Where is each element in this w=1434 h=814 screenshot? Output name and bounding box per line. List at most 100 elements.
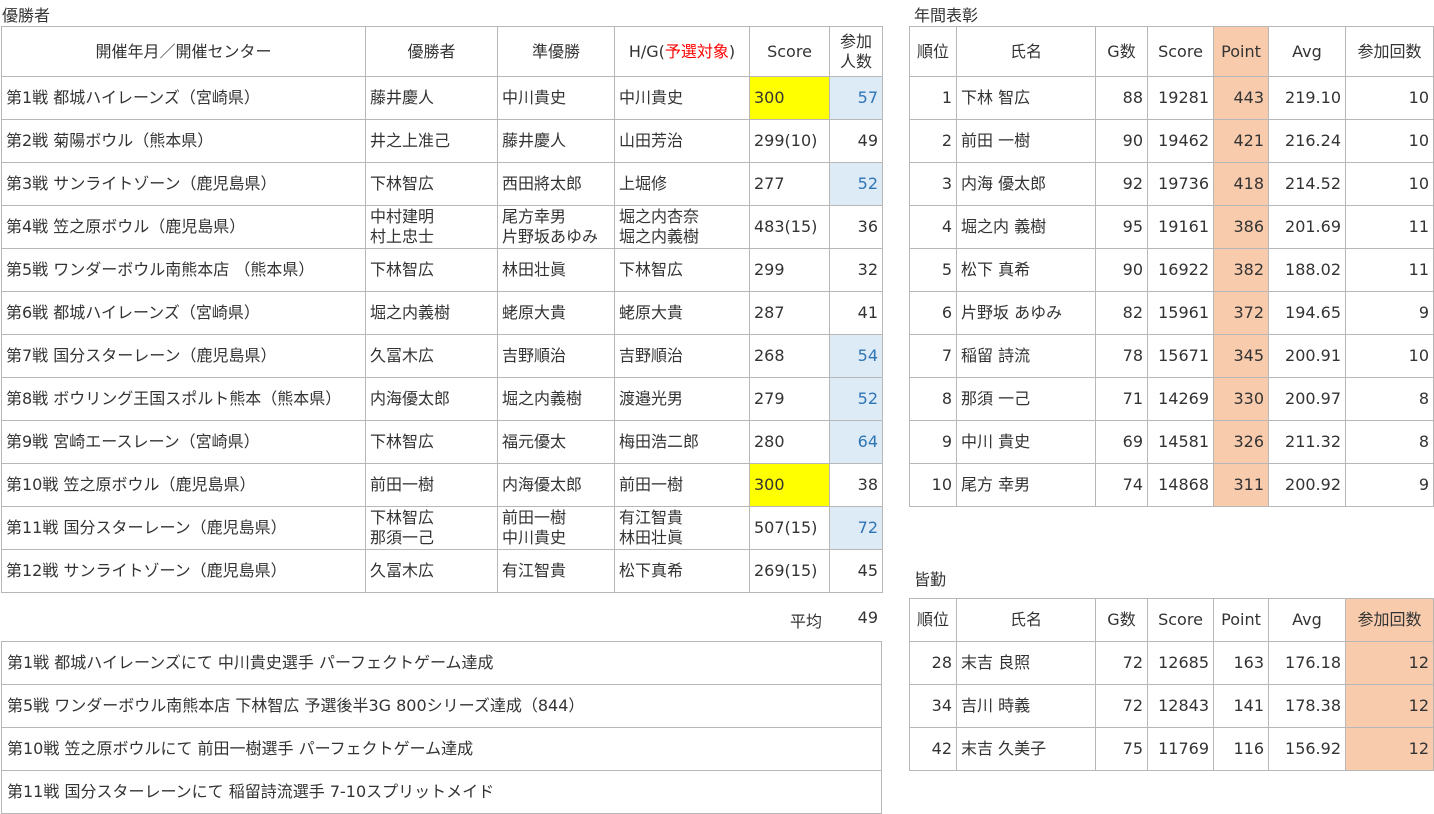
hg-cell: 蛯原大貴	[614, 291, 750, 335]
hg-cell-line: 前田一樹	[619, 475, 684, 494]
attendance-header-point: Point	[1213, 598, 1269, 642]
avg-cell: 176.18	[1268, 641, 1346, 685]
table-row: 第4戦 笠之原ボウル（鹿児島県） 中村建明 村上忠士 尾方幸男 片野坂あゆみ 堀之内杏奈堀…	[1, 205, 883, 249]
runner-up-cell: 西田將太郎	[497, 162, 615, 206]
avg-cell: 211.32	[1268, 420, 1346, 464]
runner-up-cell: 内海優太郎	[497, 463, 615, 507]
annual-title: 年間表彰	[914, 6, 979, 25]
name-cell: 片野坂 あゆみ	[956, 291, 1096, 335]
winner-cell: 下林智広	[365, 248, 498, 292]
winner-cell-line: 村上忠士	[370, 227, 435, 246]
games-cell: 90	[1095, 119, 1148, 163]
note-row: 第5戦 ワンダーボウル南熊本店 下林智広 予選後半3G 800シリーズ達成（84…	[1, 684, 882, 728]
header-hg-prefix: H/G(	[628, 41, 665, 61]
rank-cell: 1	[909, 76, 957, 120]
score-cell: 300	[749, 76, 830, 120]
event-cell: 第8戦 ボウリング王国スポルト熊本（熊本県）	[1, 377, 366, 421]
score-cell: 11769	[1147, 727, 1214, 771]
attendance-header-games: G数	[1095, 598, 1148, 642]
score-cell: 14269	[1147, 377, 1214, 421]
hg-cell-line: 下林智広	[619, 260, 684, 279]
point-cell: 326	[1213, 420, 1269, 464]
event-cell: 第2戦 菊陽ボウル（熊本県）	[1, 119, 366, 163]
table-row: 第10戦 笠之原ボウル（鹿児島県） 前田一樹 内海優太郎 前田一樹 300 38	[1, 463, 883, 507]
games-cell: 95	[1095, 205, 1148, 249]
name-cell: 吉川 時義	[956, 684, 1096, 728]
score-cell: 269(15)	[749, 549, 830, 593]
rank-cell: 4	[909, 205, 957, 249]
avg-cell: 194.65	[1268, 291, 1346, 335]
annual-header-count: 参加回数	[1345, 26, 1434, 77]
event-cell: 第1戦 都城ハイレーンズ（宮崎県）	[1, 76, 366, 120]
hg-cell-line: 中川貴史	[619, 88, 684, 107]
point-cell: 421	[1213, 119, 1269, 163]
event-cell: 第9戦 宮崎エースレーン（宮崎県）	[1, 420, 366, 464]
hg-cell: 吉野順治	[614, 334, 750, 378]
avg-cell: 188.02	[1268, 248, 1346, 292]
hg-cell-line: 吉野順治	[619, 346, 684, 365]
name-cell: 末吉 良照	[956, 641, 1096, 685]
header-hg-qualifier: 予選対象	[664, 41, 729, 61]
note-row: 第1戦 都城ハイレーンズにて 中川貴史選手 パーフェクトゲーム達成	[1, 641, 882, 685]
count-cell: 9	[1345, 291, 1434, 335]
annual-header-score: Score	[1147, 26, 1214, 77]
winner-cell: 藤井慶人	[365, 76, 498, 120]
avg-cell: 200.97	[1268, 377, 1346, 421]
name-cell: 中川 貴史	[956, 420, 1096, 464]
attendance-header-count: 参加回数	[1345, 598, 1434, 642]
participants-cell: 45	[829, 549, 883, 593]
winner-cell: 下林智広 那須一己	[365, 506, 498, 550]
winner-cell-line: 内海優太郎	[370, 389, 451, 408]
annual-table: 順位 氏名 G数 Score Point Avg 参加回数 1 下林 智広 88 19…	[909, 26, 1434, 507]
hg-cell-line: 梅田浩二郎	[619, 432, 700, 451]
hg-cell: 下林智広	[614, 248, 750, 292]
rank-cell: 42	[909, 727, 957, 771]
header-participants-2: 人数	[839, 51, 872, 71]
score-cell: 14868	[1147, 463, 1214, 507]
winner-cell-line: 下林智広	[370, 260, 435, 279]
count-cell: 11	[1345, 248, 1434, 292]
table-row: 2 前田 一樹 90 19462 421 216.24 10	[909, 119, 1434, 163]
table-row: 42 末吉 久美子 75 11769 116 156.92 12	[909, 727, 1434, 771]
table-row: 1 下林 智広 88 19281 443 219.10 10	[909, 76, 1434, 120]
runner-up-cell-line: 尾方幸男	[502, 207, 567, 226]
table-row: 第11戦 国分スターレーン（鹿児島県） 下林智広 那須一己 前田一樹 中川貴史 有江智貴林…	[1, 506, 883, 550]
note-text: 第1戦 都城ハイレーンズにて 中川貴史選手 パーフェクトゲーム達成	[1, 641, 882, 685]
hg-cell: 松下真希	[614, 549, 750, 593]
count-cell: 8	[1345, 420, 1434, 464]
winner-cell-line: 下林智広	[370, 174, 435, 193]
runner-up-cell-line: 中川貴史	[502, 528, 567, 547]
avg-cell: 216.24	[1268, 119, 1346, 163]
point-cell: 116	[1213, 727, 1269, 771]
score-cell: 279	[749, 377, 830, 421]
hg-cell-line: 堀之内杏奈	[619, 207, 700, 226]
point-cell: 163	[1213, 641, 1269, 685]
table-row: 6 片野坂 あゆみ 82 15961 372 194.65 9	[909, 291, 1434, 335]
participants-cell: 52	[829, 162, 883, 206]
score-cell: 12843	[1147, 684, 1214, 728]
hg-cell-line: 蛯原大貴	[619, 303, 684, 322]
runner-up-cell: 尾方幸男 片野坂あゆみ	[497, 205, 615, 249]
point-cell: 311	[1213, 463, 1269, 507]
score-cell: 19462	[1147, 119, 1214, 163]
attendance-header-name: 氏名	[956, 598, 1096, 642]
score-cell: 16922	[1147, 248, 1214, 292]
hg-cell-line: 上堀修	[619, 174, 668, 193]
table-row: 4 堀之内 義樹 95 19161 386 201.69 11	[909, 205, 1434, 249]
header-participants-1: 参加	[839, 31, 872, 51]
count-cell: 12	[1345, 641, 1434, 685]
score-cell: 15671	[1147, 334, 1214, 378]
hg-cell: 上堀修	[614, 162, 750, 206]
name-cell: 内海 優太郎	[956, 162, 1096, 206]
attendance-title: 皆勤	[914, 570, 947, 589]
note-text: 第10戦 笠之原ボウルにて 前田一樹選手 パーフェクトゲーム達成	[1, 727, 882, 771]
runner-up-cell: 中川貴史	[497, 76, 615, 120]
event-cell: 第6戦 都城ハイレーンズ（宮崎県）	[1, 291, 366, 335]
runner-up-cell: 藤井慶人	[497, 119, 615, 163]
runner-up-cell-line: 堀之内義樹	[502, 389, 583, 408]
rank-cell: 28	[909, 641, 957, 685]
winner-cell: 井之上准己	[365, 119, 498, 163]
table-row: 5 松下 真希 90 16922 382 188.02 11	[909, 248, 1434, 292]
header-participants: 参加 人数	[829, 26, 883, 77]
participants-cell: 72	[829, 506, 883, 550]
